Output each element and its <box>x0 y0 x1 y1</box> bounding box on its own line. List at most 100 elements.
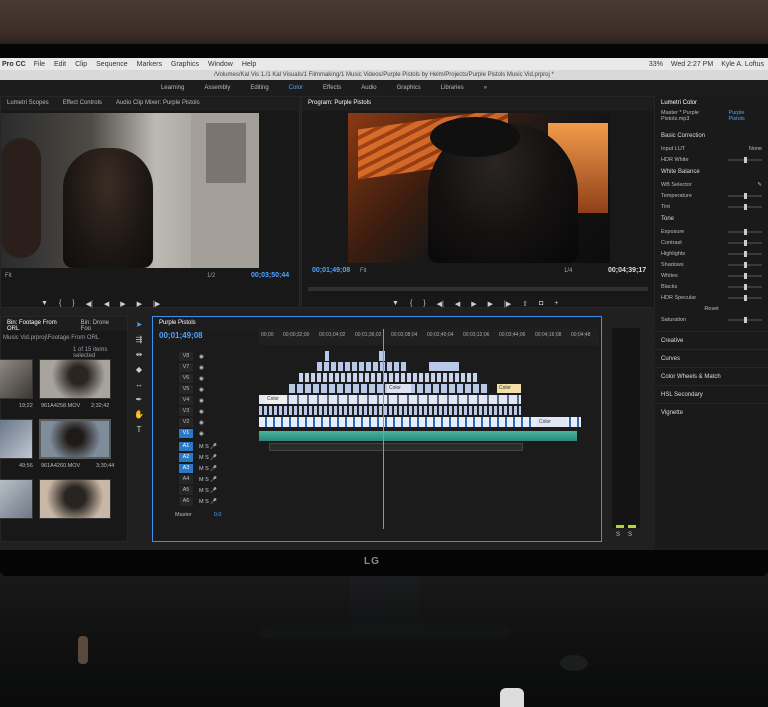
video-clip[interactable] <box>317 362 407 371</box>
program-frame-forward-icon[interactable]: ▶ <box>488 300 493 308</box>
hdr-specular-row[interactable]: HDR Specular <box>655 292 768 303</box>
workspace-assembly[interactable]: Assembly <box>204 80 230 96</box>
timeline-timecode[interactable]: 00;01;49;08 <box>159 331 203 340</box>
program-fit-select[interactable]: Fit <box>360 268 367 274</box>
track-header-v5[interactable]: V5 ◉ <box>153 384 257 395</box>
source-timecode[interactable]: 00;03;50;44 <box>251 272 289 279</box>
mark-out-icon[interactable]: { <box>59 300 61 308</box>
hdr-white-row[interactable]: HDR White <box>655 154 768 165</box>
blacks-row[interactable]: Blacks <box>655 281 768 292</box>
hdr-white-slider[interactable] <box>728 156 762 163</box>
clip-thumbnail[interactable] <box>39 359 111 399</box>
video-clip[interactable] <box>325 351 329 361</box>
track-header-v3[interactable]: V3 ◉ <box>153 406 257 417</box>
hand-tool-icon[interactable]: ✋ <box>134 410 144 419</box>
tab-audio-clip-mixer[interactable]: Audio Clip Mixer: Purple Pistols <box>116 100 200 108</box>
ripple-edit-icon[interactable]: ⇹ <box>136 350 143 359</box>
solo-left-button[interactable]: S <box>616 532 620 538</box>
track-header-a2[interactable]: A2 M S 🎤 <box>153 452 257 463</box>
track-header-master[interactable]: Master 0.0 <box>153 509 257 520</box>
play-icon[interactable]: ▶ <box>120 300 125 308</box>
hdr-specular-slider[interactable] <box>728 294 762 301</box>
color-clip[interactable]: Color <box>537 417 567 427</box>
video-clip[interactable] <box>299 373 479 382</box>
track-header-v2[interactable]: V2 ◉ <box>153 417 257 428</box>
tab-bin-drone[interactable]: Bin: Drone Foo <box>81 320 121 332</box>
program-export-frame-icon[interactable]: ◘ <box>539 300 543 308</box>
temperature-row[interactable]: Temperature <box>655 190 768 201</box>
exposure-row[interactable]: Exposure <box>655 226 768 237</box>
tone-header[interactable]: Tone <box>655 212 768 226</box>
program-mark-in-icon[interactable]: ▼ <box>392 300 399 308</box>
track-header-v4[interactable]: V4 ◉ <box>153 395 257 406</box>
menu-clip[interactable]: Clip <box>75 61 87 68</box>
workspace-graphics[interactable]: Graphics <box>397 80 421 96</box>
color-clip[interactable]: Color <box>497 384 521 393</box>
eye-icon[interactable]: ◉ <box>199 376 204 382</box>
audio-clip[interactable] <box>259 431 577 441</box>
tab-sequence[interactable]: Purple Pistols <box>159 320 196 328</box>
video-clip[interactable] <box>429 362 459 371</box>
clip-thumbnail[interactable] <box>0 419 33 459</box>
solo-right-button[interactable]: S <box>628 532 632 538</box>
track-header-a5[interactable]: A5 M S 🎤 <box>153 485 257 496</box>
mute-solo-icon[interactable]: M S 🎤 <box>199 455 217 461</box>
mute-solo-icon[interactable]: M S 🎤 <box>199 466 217 472</box>
video-clip[interactable] <box>259 395 521 404</box>
mute-solo-icon[interactable]: M S 🎤 <box>199 444 217 450</box>
temperature-slider[interactable] <box>728 192 762 199</box>
eye-icon[interactable]: ◉ <box>199 387 204 393</box>
menu-edit[interactable]: Edit <box>54 61 66 68</box>
exposure-slider[interactable] <box>728 228 762 235</box>
white-balance-header[interactable]: White Balance <box>655 165 768 179</box>
lumetri-title[interactable]: Lumetri Color <box>655 96 768 110</box>
user-name[interactable]: Kyle A. Loftus <box>721 61 764 68</box>
contrast-row[interactable]: Contrast <box>655 237 768 248</box>
whites-row[interactable]: Whites <box>655 270 768 281</box>
clip-thumbnail[interactable] <box>39 479 111 519</box>
eye-icon[interactable]: ◉ <box>199 365 204 371</box>
menu-help[interactable]: Help <box>242 61 256 68</box>
shadows-slider[interactable] <box>728 261 762 268</box>
tab-program[interactable]: Program: Purple Pistols <box>308 100 371 108</box>
source-video-frame[interactable] <box>1 113 259 268</box>
app-menu[interactable]: Pro CC <box>2 61 26 68</box>
eyedropper-icon[interactable]: ✎ <box>757 182 762 188</box>
clip-thumbnail[interactable] <box>0 359 33 399</box>
mute-solo-icon[interactable]: M S 🎤 <box>199 488 217 494</box>
program-brace-close-icon[interactable]: } <box>423 300 425 308</box>
clip-thumbnail[interactable] <box>0 479 33 519</box>
color-clip[interactable]: Color <box>387 384 411 393</box>
saturation-slider[interactable] <box>728 316 762 323</box>
section-curves[interactable]: Curves <box>655 349 768 367</box>
eye-icon[interactable]: ◉ <box>199 431 204 437</box>
type-tool-icon[interactable]: T <box>137 425 142 434</box>
menu-markers[interactable]: Markers <box>137 61 162 68</box>
whites-slider[interactable] <box>728 272 762 279</box>
program-video-frame[interactable] <box>348 113 610 263</box>
track-header-a6[interactable]: A6 M S 🎤 <box>153 496 257 507</box>
section-color-wheels[interactable]: Color Wheels & Match <box>655 367 768 385</box>
reset-button[interactable]: Reset <box>704 306 718 312</box>
input-lut-row[interactable]: Input LUT None <box>655 143 768 154</box>
program-step-forward-icon[interactable]: |▶ <box>504 300 511 308</box>
program-timecode[interactable]: 00;01;49;08 <box>312 267 350 274</box>
program-frame-back-icon[interactable]: ◀ <box>455 300 460 308</box>
eye-icon[interactable]: ◉ <box>199 420 204 426</box>
program-step-back-icon[interactable]: ◀| <box>437 300 444 308</box>
video-clip[interactable] <box>259 406 521 415</box>
step-back-icon[interactable]: ◀| <box>86 300 93 308</box>
menu-sequence[interactable]: Sequence <box>96 61 128 68</box>
saturation-row[interactable]: Saturation <box>655 314 768 325</box>
section-creative[interactable]: Creative <box>655 331 768 349</box>
razor-tool-icon[interactable]: ◆ <box>136 365 142 374</box>
program-lift-icon[interactable]: ⇧ <box>522 300 528 308</box>
section-vignette[interactable]: Vignette <box>655 403 768 421</box>
slip-tool-icon[interactable]: ↔ <box>135 380 143 389</box>
program-scrub-bar[interactable] <box>308 287 648 291</box>
mark-in-icon[interactable]: ▼ <box>41 300 48 308</box>
battery-status[interactable]: 33% <box>649 61 663 68</box>
video-clip[interactable] <box>259 417 581 427</box>
source-ratio-select[interactable]: 1/2 <box>207 273 215 279</box>
basic-correction-header[interactable]: Basic Correction <box>655 129 768 143</box>
